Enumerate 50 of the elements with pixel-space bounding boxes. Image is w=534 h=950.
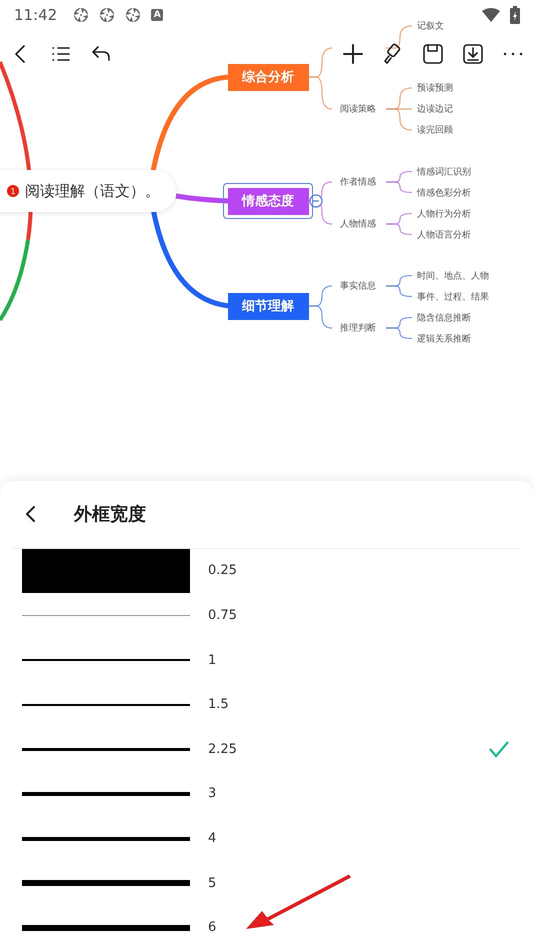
aperture-icon (125, 7, 142, 23)
leaf-topic[interactable]: 边读边记 (417, 102, 453, 116)
width-option[interactable]: 1.5 (0, 682, 534, 728)
save-icon[interactable] (420, 41, 446, 67)
root-topic[interactable]: 1 阅读理解（语文）。 (0, 170, 176, 212)
leaf-topic[interactable]: 预读预测 (417, 82, 453, 94)
leaf-topic[interactable]: 人物语言分析 (417, 228, 471, 241)
width-value: 5 (208, 876, 218, 891)
subtopic[interactable]: 作者情感 (340, 176, 376, 188)
status-time: 11:42 (14, 6, 58, 24)
width-option[interactable]: 1 (0, 638, 534, 682)
width-value: 4 (208, 831, 218, 846)
leaf-topic[interactable]: 事件、过程、结果 (417, 290, 489, 303)
wifi-icon (482, 8, 500, 22)
width-value: 0.25 (208, 563, 238, 578)
aperture-icon (99, 7, 116, 23)
leaf-topic[interactable]: 情感词汇识别 (417, 165, 471, 178)
width-option[interactable]: 2.25 (0, 727, 534, 772)
width-value: 1.5 (208, 697, 230, 712)
notification-badge: A (151, 9, 164, 21)
width-option[interactable]: 5 (0, 860, 534, 906)
leaf-topic[interactable]: 记叙文 (417, 20, 444, 32)
leaf-topic[interactable]: 逻辑关系推断 (417, 332, 471, 345)
leaf-topic[interactable]: 读完回顾 (417, 124, 453, 136)
subtopic[interactable]: 事实信息 (340, 280, 376, 292)
width-option[interactable]: 6 (0, 905, 534, 950)
subtopic[interactable]: 阅读策略 (340, 102, 376, 116)
width-option[interactable]: 4 (0, 816, 534, 861)
root-topic-text: 阅读理解（语文）。 (25, 182, 160, 200)
width-option[interactable]: 0.25 (0, 548, 534, 594)
sheet-title: 外框宽度 (74, 503, 146, 526)
leaf-topic[interactable]: 时间、地点、人物 (417, 269, 489, 282)
subtopic[interactable]: 推理判断 (340, 322, 376, 334)
add-icon[interactable] (340, 41, 366, 67)
leaf-topic[interactable]: 隐含信息推断 (417, 311, 471, 324)
leaf-topic[interactable]: 人物行为分析 (417, 207, 471, 220)
width-value: 1 (208, 652, 218, 668)
download-icon[interactable] (460, 41, 486, 67)
width-value: 6 (208, 920, 218, 936)
branch-topic[interactable]: 情感态度 (223, 183, 313, 219)
width-value: 2.25 (208, 742, 238, 757)
battery-icon (510, 6, 520, 24)
width-value: 3 (208, 786, 218, 802)
priority-badge: 1 (7, 185, 19, 197)
width-option[interactable]: 0.75 (0, 593, 534, 638)
leaf-topic[interactable]: 情感色彩分析 (417, 186, 471, 199)
width-value: 0.75 (208, 608, 238, 624)
width-option[interactable]: 3 (0, 772, 534, 816)
subtopic[interactable]: 人物情感 (340, 218, 376, 230)
aperture-icon (73, 7, 90, 23)
